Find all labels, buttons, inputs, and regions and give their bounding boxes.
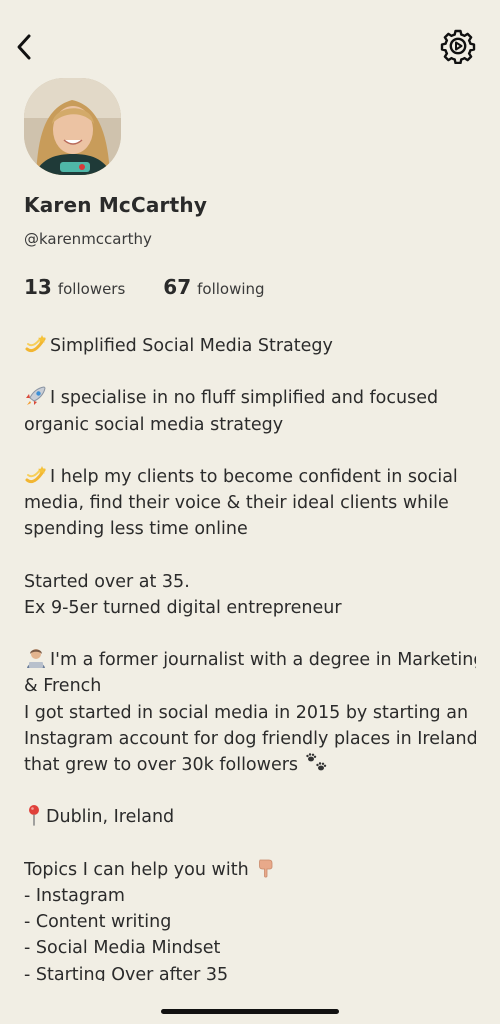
bio-line: Dublin, Ireland bbox=[24, 804, 476, 830]
bio-line: - Starting Over after 35 bbox=[24, 964, 229, 982]
following-count: 67 bbox=[163, 275, 192, 299]
following-label: following bbox=[197, 280, 265, 298]
bio-line: I help my clients to become confident in… bbox=[24, 464, 476, 490]
profile-photo bbox=[24, 78, 121, 175]
pointing-down-icon bbox=[254, 857, 278, 879]
bio-line: - Social Media Mindset bbox=[24, 938, 221, 959]
bio-line: & French bbox=[24, 676, 102, 697]
profile-stats: 13 followers 67 following bbox=[24, 275, 265, 299]
dizzy-star-icon bbox=[24, 333, 48, 355]
bio-line: Instagram account for dog friendly place… bbox=[24, 728, 476, 749]
paw-prints-icon bbox=[304, 752, 328, 774]
profile-handle: @karenmccarthy bbox=[24, 230, 152, 248]
bio-line: - Content writing bbox=[24, 912, 172, 933]
bio-line: - Instagram bbox=[24, 885, 125, 906]
bio-line: I got started in social media in 2015 by… bbox=[24, 702, 469, 723]
woman-laptop-icon bbox=[24, 647, 48, 669]
home-indicator[interactable] bbox=[161, 1009, 339, 1014]
followers-stat[interactable]: 13 followers bbox=[24, 275, 125, 299]
bio-line: Simplified Social Media Strategy bbox=[24, 333, 476, 359]
dizzy-star-icon bbox=[24, 464, 48, 486]
bio-line: I specialise in no fluff simplified and … bbox=[24, 385, 476, 411]
followers-label: followers bbox=[57, 280, 126, 298]
gear-play-icon bbox=[440, 29, 476, 65]
bio-line: Ex 9-5er turned digital entrepreneur bbox=[24, 597, 342, 618]
back-button[interactable] bbox=[12, 32, 36, 62]
avatar[interactable] bbox=[24, 78, 121, 175]
bio-line: Topics I can help you with bbox=[24, 857, 476, 883]
bio-line: Started over at 35. bbox=[24, 571, 190, 592]
profile-name: Karen McCarthy bbox=[24, 193, 208, 217]
chevron-left-icon bbox=[17, 34, 31, 60]
bio: Simplified Social Media Strategy I speci… bbox=[24, 333, 476, 981]
bio-line: organic social media strategy bbox=[24, 414, 284, 435]
settings-button[interactable] bbox=[440, 28, 476, 65]
bio-line: spending less time online bbox=[24, 519, 248, 540]
following-stat[interactable]: 67 following bbox=[163, 275, 264, 299]
bio-line: media, find their voice & their ideal cl… bbox=[24, 493, 449, 514]
bio-line: I'm a former journalist with a degree in… bbox=[24, 647, 476, 673]
followers-count: 13 bbox=[24, 275, 52, 299]
pin-icon bbox=[24, 804, 44, 827]
rocket-icon bbox=[24, 385, 48, 407]
bio-line: that grew to over 30k followers bbox=[24, 752, 476, 778]
